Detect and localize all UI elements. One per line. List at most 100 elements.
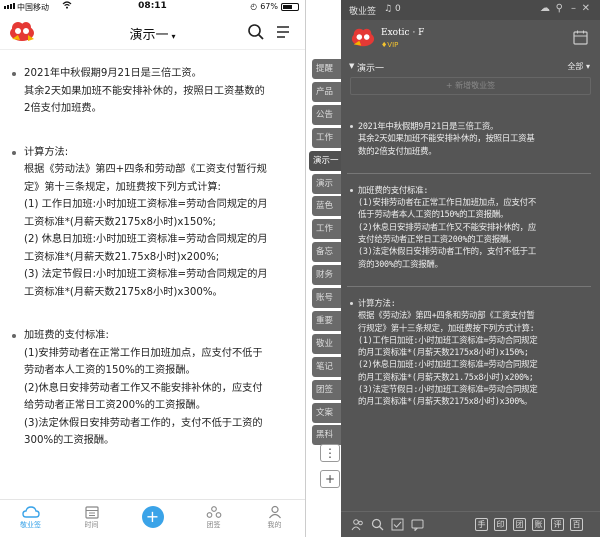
- side-tab-0[interactable]: 提醒: [312, 59, 342, 79]
- side-tab-5[interactable]: 演示: [312, 173, 342, 194]
- bottom-char-button[interactable]: 手: [475, 518, 488, 531]
- side-tab-1[interactable]: 产品: [312, 81, 342, 102]
- bullet-dot: [350, 125, 353, 128]
- bottom-tab-bar: 敬业签 时间 + 团签 我的: [0, 499, 305, 537]
- bullet-dot: [350, 301, 353, 305]
- note-line: 加班费的支付标准:: [358, 184, 429, 195]
- pin-icon[interactable]: ⚲: [556, 3, 563, 14]
- side-tab-2[interactable]: 公告: [312, 104, 342, 125]
- bullet-dot: [12, 334, 16, 338]
- message-icon[interactable]: [411, 518, 424, 531]
- widget-title-bar[interactable]: 敬业签 ♫ 0 ☁ ⚲ – ✕: [341, 0, 600, 20]
- note-line: 根据《劳动法》第四+四条和劳动部《工资支付暂: [358, 310, 535, 321]
- desktop-note-item[interactable]: 加班费的支付标准: (1)安排劳动者在正常工作日加班加点，应支付不 低于劳动者本人工…: [350, 184, 588, 270]
- side-tab-10[interactable]: 账号: [312, 288, 342, 308]
- tab-group[interactable]: 团签: [183, 500, 244, 537]
- desktop-widget: 敬业签 ♫ 0 ☁ ⚲ – ✕ Exotic · F ♦VIP ▼ 演示一 全部…: [341, 0, 600, 537]
- calendar-icon[interactable]: [573, 30, 588, 45]
- users-icon[interactable]: [351, 518, 364, 531]
- note-line: 2021年中秋假期9月21日是三倍工资。: [24, 68, 202, 79]
- search-icon[interactable]: [371, 518, 384, 531]
- side-tab-12[interactable]: 敬业: [312, 333, 342, 354]
- widget-bottom-bar: 手 印 团 账 评 百: [341, 511, 600, 537]
- note-line: 的月工资标准*(月薪天数2175x8小时)x300%。: [358, 396, 533, 407]
- note-line: 根据《劳动法》第四+四条和劳动部《工资支付暂行规: [24, 164, 267, 175]
- battery-fill: [283, 4, 293, 9]
- add-note-button[interactable]: +: [122, 500, 183, 537]
- triangle-down-icon[interactable]: ▼: [349, 62, 354, 70]
- tab-jingyeqian[interactable]: 敬业签: [0, 500, 61, 537]
- bottom-char-button[interactable]: 团: [513, 518, 526, 531]
- note-line: 工资标准*(月薪天数2175x8小时)x150%;: [24, 216, 216, 228]
- menu-icon[interactable]: [275, 24, 291, 40]
- user-name[interactable]: Exotic · F: [381, 28, 424, 38]
- tab-label: 敬业签: [20, 521, 41, 529]
- plus-icon: +: [141, 505, 164, 528]
- side-tab-7[interactable]: 工作: [312, 219, 342, 240]
- note-line: (2)休息日安排劳动者工作又不能安排补休的，应: [358, 221, 537, 232]
- sync-icon[interactable]: ☁: [540, 3, 550, 14]
- page-title-text: 演示一: [129, 28, 169, 43]
- filter-dropdown[interactable]: 全部 ▾: [567, 61, 590, 72]
- side-tab-15[interactable]: 文案: [312, 402, 342, 423]
- battery-icon: [281, 2, 299, 11]
- note-line: (2)休息日安排劳动者工作又不能安排补休的，应支付: [24, 382, 263, 394]
- note-line: 支付给劳动者正常日工资200%的工资报酬。: [358, 234, 517, 245]
- check-list-icon[interactable]: [391, 518, 404, 531]
- note-line: (2)休息日加班:小时加班工资标准=劳动合同规定: [358, 359, 538, 370]
- note-line: (2) 休息日加班:小时加班工资标准=劳动合同规定的月: [24, 234, 268, 245]
- note-line: 给劳动者正常日工资200%的工资报酬。: [24, 400, 206, 411]
- tab-mine[interactable]: 我的: [244, 500, 305, 537]
- desktop-note-item[interactable]: 计算方法: 根据《劳动法》第四+四条和劳动部《工资支付暂 行规定》第十三条规定，加班…: [350, 297, 588, 408]
- status-bar: 中国移动 08:11 ◴ 67%: [0, 0, 305, 14]
- minimize-icon[interactable]: –: [571, 3, 576, 14]
- chevron-down-icon: ▾: [171, 32, 176, 41]
- note-line: (1)安排劳动者在正常工作日加班加点，应支付不: [358, 197, 537, 208]
- side-tab-3[interactable]: 工作: [312, 127, 342, 148]
- side-tab-9[interactable]: 财务: [312, 265, 342, 286]
- desktop-note-item[interactable]: 2021年中秋假期9月21日是三倍工资。 其余2天如果加班不能安排补休的，按照日工…: [350, 120, 588, 157]
- note-line: 工资标准*(月薪天数2175x8小时)x300%。: [24, 286, 223, 298]
- note-line: (3) 法定节假日:小时加班工资标准=劳动合同规定的月: [24, 269, 268, 280]
- chevron-down-icon: ▾: [585, 62, 590, 71]
- more-tabs-button[interactable]: ⋮: [320, 444, 340, 462]
- note-line: (3)法定休假日安排劳动者工作的，支付不低于工: [358, 246, 537, 257]
- alarm-icon: ◴: [250, 2, 258, 11]
- bullet-dot: [350, 188, 353, 192]
- bell-icon: ♫: [384, 4, 393, 14]
- note-line: 其余2天如果加班不能安排补休的，按照日工资基: [358, 133, 535, 144]
- note-line: 行规定》第十三条规定，加班费按下列方式计算:: [358, 322, 535, 333]
- side-tab-8[interactable]: 备忘: [312, 242, 342, 263]
- bullet-dot: [12, 150, 16, 155]
- note-item[interactable]: 加班费的支付标准: (1)安排劳动者在正常工作日加班加点，应支付不低于 劳动者本人工…: [10, 327, 293, 450]
- bottom-char-button[interactable]: 评: [551, 518, 564, 531]
- bottom-char-button[interactable]: 账: [532, 518, 545, 531]
- note-item[interactable]: 计算方法: 根据《劳动法》第四+四条和劳动部《工资支付暂行规 定》第十三条规定，加班…: [10, 144, 293, 302]
- close-icon[interactable]: ✕: [582, 3, 590, 14]
- side-tab-6[interactable]: 蓝色: [312, 196, 342, 217]
- app-logo-icon[interactable]: [350, 26, 376, 50]
- new-note-button[interactable]: + 新增敬业签: [350, 77, 591, 95]
- note-line: (1)工作日加班:小时加班工资标准=劳动合同规定: [358, 334, 538, 345]
- note-separator: [347, 172, 591, 174]
- calendar-icon: [84, 506, 99, 519]
- bottom-char-button[interactable]: 印: [494, 518, 507, 531]
- notification-count: 0: [394, 4, 401, 14]
- add-category-button[interactable]: +: [320, 470, 340, 488]
- side-tab-11[interactable]: 重要: [312, 310, 342, 331]
- bottom-char-button[interactable]: 百: [570, 518, 583, 531]
- side-tab-14[interactable]: 团签: [312, 379, 342, 400]
- category-name[interactable]: 演示一: [357, 61, 384, 74]
- search-icon[interactable]: [247, 23, 265, 41]
- side-tab-4[interactable]: 演示一: [309, 150, 342, 171]
- note-line: 的月工资标准*(月薪天数21.75x8小时)x200%;: [358, 371, 534, 382]
- side-tab-16[interactable]: 黑科: [312, 425, 342, 446]
- filter-label: 全部: [567, 62, 584, 71]
- note-line: (3)法定节假日:小时加班工资标准=劳动合同规定: [358, 384, 538, 395]
- note-line: 其余2天如果加班不能安排补休的，按照日工资基数的: [24, 85, 265, 97]
- note-item[interactable]: 2021年中秋假期9月21日是三倍工资。其余2天如果加班不能安排补休的，按照日工…: [10, 65, 293, 118]
- note-line: 低于劳动者本人工资的150%的工资报酬。: [358, 209, 509, 220]
- notification-bell[interactable]: ♫ 0: [384, 4, 401, 14]
- side-tab-13[interactable]: 笔记: [312, 356, 342, 377]
- tab-time[interactable]: 时间: [61, 500, 122, 537]
